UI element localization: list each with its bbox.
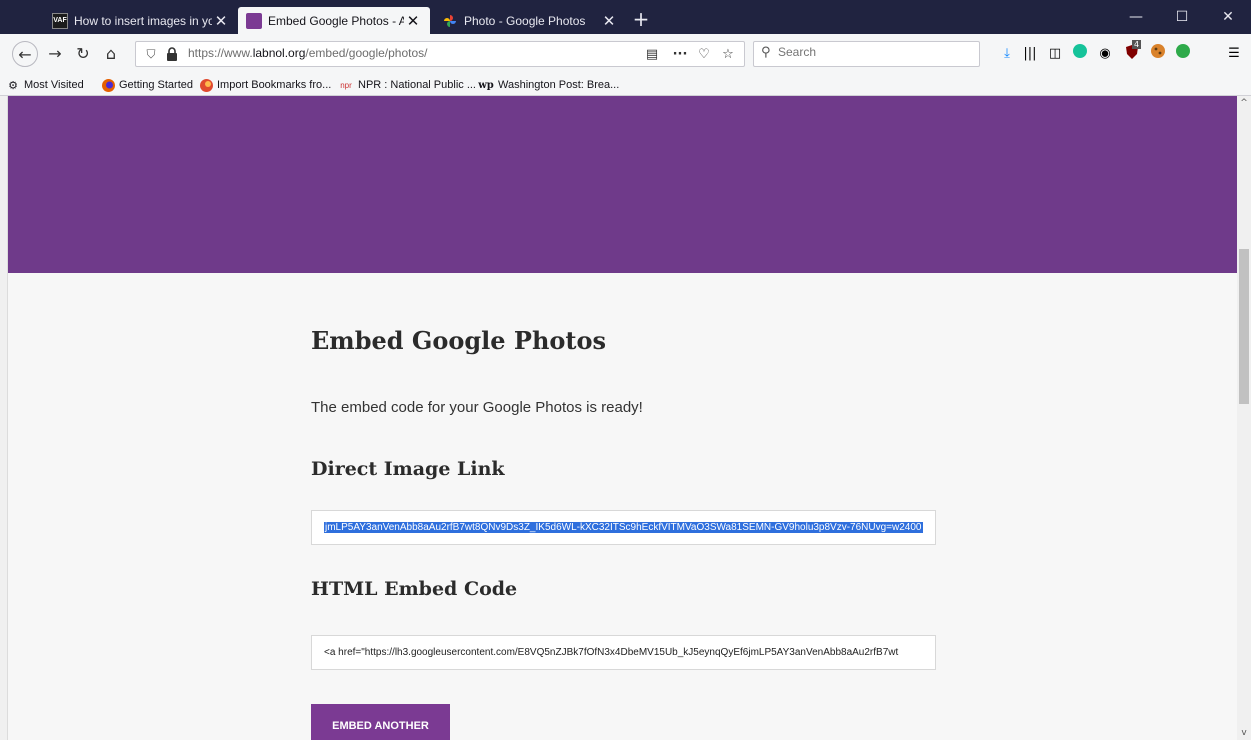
lock-icon[interactable] (166, 46, 180, 62)
tab-title: Embed Google Photos - Add Im (268, 13, 404, 28)
badge: 4 (1132, 40, 1142, 49)
vertical-scrollbar[interactable]: ^ v (1237, 96, 1251, 740)
bookmark-import[interactable]: Import Bookmarks fro... (199, 77, 331, 93)
reload-icon[interactable]: ↻ (70, 41, 96, 67)
grammarly-icon[interactable] (1070, 44, 1090, 64)
lead-text: The embed code for your Google Photos is… (311, 399, 643, 416)
forward-icon[interactable]: → (42, 41, 68, 67)
embed-code-heading: HTML Embed Code (311, 578, 518, 600)
npr-icon: npr (340, 80, 352, 90)
wp-icon: wp (478, 79, 494, 91)
google-photos-icon (442, 13, 458, 29)
bookmark-label: Import Bookmarks fro... (217, 79, 332, 91)
bookmark-label: Getting Started (119, 79, 193, 91)
direct-link-heading: Direct Image Link (311, 458, 505, 480)
close-icon[interactable]: ✕ (212, 12, 230, 30)
search-input[interactable] (778, 45, 968, 59)
tab-bar: VAF How to insert images in your p ✕ Emb… (0, 0, 1251, 34)
url-path: /embed/google/photos/ (305, 46, 428, 60)
embed-code-field[interactable]: <a href="https://lh3.googleusercontent.c… (311, 635, 936, 670)
bookmark-label: Most Visited (24, 79, 84, 91)
scrollbar-thumb[interactable] (1239, 249, 1249, 404)
page-content: Embed Google Photos The embed code for y… (8, 96, 1237, 740)
scroll-down-icon[interactable]: v (1237, 726, 1251, 740)
sidebar-icon[interactable]: ◫ (1045, 44, 1065, 64)
window-close-icon[interactable]: ✕ (1205, 0, 1251, 34)
home-icon[interactable]: ⌂ (98, 41, 124, 67)
search-icon: ⚲ (761, 45, 771, 60)
embed-code-value[interactable]: <a href="https://lh3.googleusercontent.c… (324, 647, 898, 658)
minimize-icon[interactable]: — (1113, 0, 1159, 34)
vaf-icon: VAF (52, 12, 68, 29)
close-icon[interactable]: ✕ (600, 12, 618, 30)
pocket-icon[interactable]: ♡ (694, 45, 714, 65)
url-domain: labnol.org (252, 46, 306, 60)
bookmark-label: NPR : National Public ... (358, 79, 476, 91)
direct-link-value[interactable]: jmLP5AY3anVenAbb8aAu2rfB7wt8QNv9Ds3Z_IK5… (324, 522, 923, 533)
address-bar[interactable]: ⛉ https://www.labnol.org/embed/google/ph… (135, 41, 745, 67)
tab-title: Photo - Google Photos (464, 13, 586, 28)
bookmark-most-visited[interactable]: ⚙ Most Visited (6, 77, 84, 93)
direct-link-field[interactable]: jmLP5AY3anVenAbb8aAu2rfB7wt8QNv9Ds3Z_IK5… (311, 510, 936, 545)
tab-embed-google-photos[interactable]: Embed Google Photos - Add Im ✕ (238, 7, 430, 34)
new-tab-button[interactable]: + (627, 7, 655, 33)
bookmark-label: Washington Post: Brea... (498, 79, 620, 91)
shield-icon[interactable]: ⛉ (144, 46, 158, 62)
search-bar[interactable]: ⚲ (753, 41, 980, 67)
labnol-icon (246, 12, 262, 29)
page-actions-icon[interactable]: ··· (670, 45, 690, 65)
tab-google-photos[interactable]: Photo - Google Photos ✕ (434, 7, 626, 34)
bookmark-npr[interactable]: npr NPR : National Public ... (338, 77, 476, 93)
library-icon[interactable]: ||| (1020, 44, 1040, 64)
bookmark-star-icon[interactable]: ☆ (718, 45, 738, 65)
cookie-icon[interactable] (1148, 44, 1168, 64)
reader-view-icon[interactable]: ▤ (642, 45, 662, 65)
tab-title: How to insert images in your p (74, 13, 212, 28)
firefox-icon (101, 78, 115, 92)
back-icon[interactable]: ← (12, 41, 38, 67)
bookmarks-toolbar: ⚙ Most Visited Getting Started Import Bo… (0, 74, 1251, 96)
page-title: Embed Google Photos (311, 326, 607, 355)
page-left-edge (0, 96, 8, 740)
url-text[interactable]: https://www.labnol.org/embed/google/phot… (188, 46, 428, 60)
download-icon[interactable]: ⤓ (997, 44, 1017, 64)
extension-icon[interactable] (1173, 44, 1193, 64)
menu-icon[interactable]: ☰ (1224, 44, 1244, 64)
bookmark-getting-started[interactable]: Getting Started (101, 77, 193, 93)
tab-how-to-insert-images[interactable]: VAF How to insert images in your p ✕ (44, 7, 238, 34)
gear-icon: ⚙ (8, 79, 18, 92)
import-icon (199, 78, 213, 92)
embed-another-button[interactable]: EMBED ANOTHER (311, 704, 450, 740)
account-icon[interactable]: ◉ (1095, 44, 1115, 64)
navigation-toolbar: ← → ↻ ⌂ ⛉ https://www.labnol.org/embed/g… (0, 34, 1251, 74)
ublock-icon[interactable]: 4 (1122, 40, 1142, 64)
url-prefix: https://www. (188, 46, 253, 60)
maximize-icon[interactable]: ☐ (1159, 0, 1205, 34)
hero-banner (8, 96, 1237, 273)
scroll-up-icon[interactable]: ^ (1237, 96, 1251, 110)
close-icon[interactable]: ✕ (404, 12, 422, 30)
bookmark-washington-post[interactable]: wp Washington Post: Brea... (478, 77, 619, 93)
